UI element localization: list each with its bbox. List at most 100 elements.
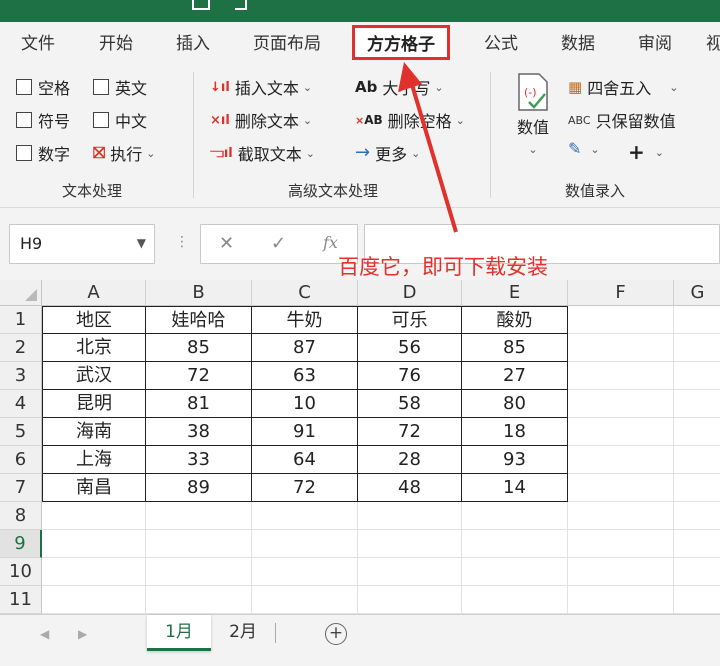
add-sheet-button[interactable]: +	[325, 623, 347, 645]
row-header[interactable]: 10	[0, 558, 42, 586]
grid-cell[interactable]	[462, 558, 568, 586]
cancel-icon[interactable]: ✕	[219, 233, 234, 254]
grid-cell[interactable]	[674, 530, 720, 558]
grid-cell[interactable]	[358, 586, 462, 614]
tab-home[interactable]: 开始	[99, 29, 133, 54]
sheet-tab-1[interactable]: 1月	[147, 615, 211, 651]
grid-cell[interactable]	[146, 558, 252, 586]
confirm-icon[interactable]: ✓	[271, 233, 286, 254]
table-cell[interactable]: 10	[252, 390, 358, 418]
grid-cell[interactable]	[674, 362, 720, 390]
grid-cell[interactable]	[568, 558, 674, 586]
row-header[interactable]: 11	[0, 586, 42, 614]
chevron-down-icon[interactable]: ▼	[137, 236, 146, 250]
column-header[interactable]: D	[358, 280, 462, 306]
keep-value-button[interactable]: ABC 只保留数值	[568, 108, 676, 132]
grid-cell[interactable]	[674, 474, 720, 502]
column-header[interactable]: F	[568, 280, 674, 306]
table-cell[interactable]: 85	[462, 334, 568, 362]
row-header[interactable]: 3	[0, 362, 42, 390]
grid-cell[interactable]	[358, 530, 462, 558]
name-box[interactable]: H9 ▼	[9, 224, 155, 264]
grid-cell[interactable]	[674, 558, 720, 586]
grid-cell[interactable]	[568, 586, 674, 614]
grid-cell[interactable]	[462, 586, 568, 614]
grid-cell[interactable]	[568, 362, 674, 390]
sheet-tab-2[interactable]: 2月	[214, 615, 272, 651]
table-cell[interactable]: 72	[358, 418, 462, 446]
grid-cell[interactable]	[568, 474, 674, 502]
grid-cell[interactable]	[358, 558, 462, 586]
grid-cell[interactable]	[674, 446, 720, 474]
table-cell[interactable]: 武汉	[42, 362, 146, 390]
grid-cell[interactable]	[568, 334, 674, 362]
table-cell[interactable]: 牛奶	[252, 306, 358, 334]
checkbox-chinese[interactable]: 中文	[93, 108, 147, 132]
column-header[interactable]: E	[462, 280, 568, 306]
table-cell[interactable]: 33	[146, 446, 252, 474]
grid-cell[interactable]	[462, 502, 568, 530]
grid-cell[interactable]	[358, 502, 462, 530]
table-cell[interactable]: 85	[146, 334, 252, 362]
prev-sheet-icon[interactable]: ◀	[40, 627, 49, 641]
tab-insert[interactable]: 插入	[176, 29, 210, 54]
column-header[interactable]: C	[252, 280, 358, 306]
row-header[interactable]: 5	[0, 418, 42, 446]
grid-cell[interactable]	[252, 530, 358, 558]
table-cell[interactable]: 72	[146, 362, 252, 390]
undo-icon[interactable]	[235, 0, 247, 10]
row-header[interactable]: 4	[0, 390, 42, 418]
grid-cell[interactable]	[568, 530, 674, 558]
grid-cell[interactable]	[252, 502, 358, 530]
extract-text-button[interactable]: ⫎ıl 截取文本 ⌄	[210, 141, 315, 165]
delete-text-button[interactable]: ×ıl 删除文本 ⌄	[210, 108, 312, 132]
table-cell[interactable]: 海南	[42, 418, 146, 446]
grid-cell[interactable]	[568, 390, 674, 418]
grid-cell[interactable]	[674, 306, 720, 334]
table-cell[interactable]: 63	[252, 362, 358, 390]
grid-cell[interactable]	[568, 446, 674, 474]
table-cell[interactable]: 18	[462, 418, 568, 446]
table-cell[interactable]: 上海	[42, 446, 146, 474]
grid-cell[interactable]	[146, 530, 252, 558]
grid-cell[interactable]	[568, 306, 674, 334]
checkbox-space[interactable]: 空格	[16, 75, 70, 99]
edit-format-button[interactable]: ✎ ⌄	[568, 141, 600, 157]
grid-cell[interactable]	[252, 586, 358, 614]
table-cell[interactable]: 14	[462, 474, 568, 502]
table-cell[interactable]: 酸奶	[462, 306, 568, 334]
table-cell[interactable]: 地区	[42, 306, 146, 334]
checkbox-symbol[interactable]: 符号	[16, 108, 70, 132]
grid-cell[interactable]	[674, 586, 720, 614]
table-cell[interactable]: 89	[146, 474, 252, 502]
grid-cell[interactable]	[568, 502, 674, 530]
round-button[interactable]: ▦ 四舍五入 ⌄	[568, 75, 678, 99]
table-cell[interactable]: 80	[462, 390, 568, 418]
column-header[interactable]: G	[674, 280, 720, 306]
insert-text-button[interactable]: ↓ıl 插入文本 ⌄	[210, 75, 312, 99]
grid-cell[interactable]	[42, 530, 146, 558]
tab-file[interactable]: 文件	[21, 29, 55, 54]
table-cell[interactable]: 72	[252, 474, 358, 502]
table-cell[interactable]: 81	[146, 390, 252, 418]
table-cell[interactable]: 28	[358, 446, 462, 474]
table-cell[interactable]: 91	[252, 418, 358, 446]
table-cell[interactable]: 北京	[42, 334, 146, 362]
tab-formulas[interactable]: 公式	[484, 29, 518, 54]
table-cell[interactable]: 38	[146, 418, 252, 446]
case-button[interactable]: Ab 大小写 ⌄	[355, 75, 444, 99]
table-cell[interactable]: 58	[358, 390, 462, 418]
table-cell[interactable]: 64	[252, 446, 358, 474]
next-sheet-icon[interactable]: ▶	[78, 627, 87, 641]
tab-data[interactable]: 数据	[561, 29, 595, 54]
grid-cell[interactable]	[674, 502, 720, 530]
tab-review[interactable]: 审阅	[638, 29, 672, 54]
function-icon[interactable]: fx	[323, 233, 338, 252]
delete-space-button[interactable]: ×AB 删除空格 ⌄	[355, 108, 465, 132]
grid-cell[interactable]	[42, 502, 146, 530]
row-header[interactable]: 1	[0, 306, 42, 334]
grid-cell[interactable]	[42, 586, 146, 614]
more-button[interactable]: → 更多 ⌄	[355, 141, 420, 165]
table-cell[interactable]: 76	[358, 362, 462, 390]
table-cell[interactable]: 昆明	[42, 390, 146, 418]
